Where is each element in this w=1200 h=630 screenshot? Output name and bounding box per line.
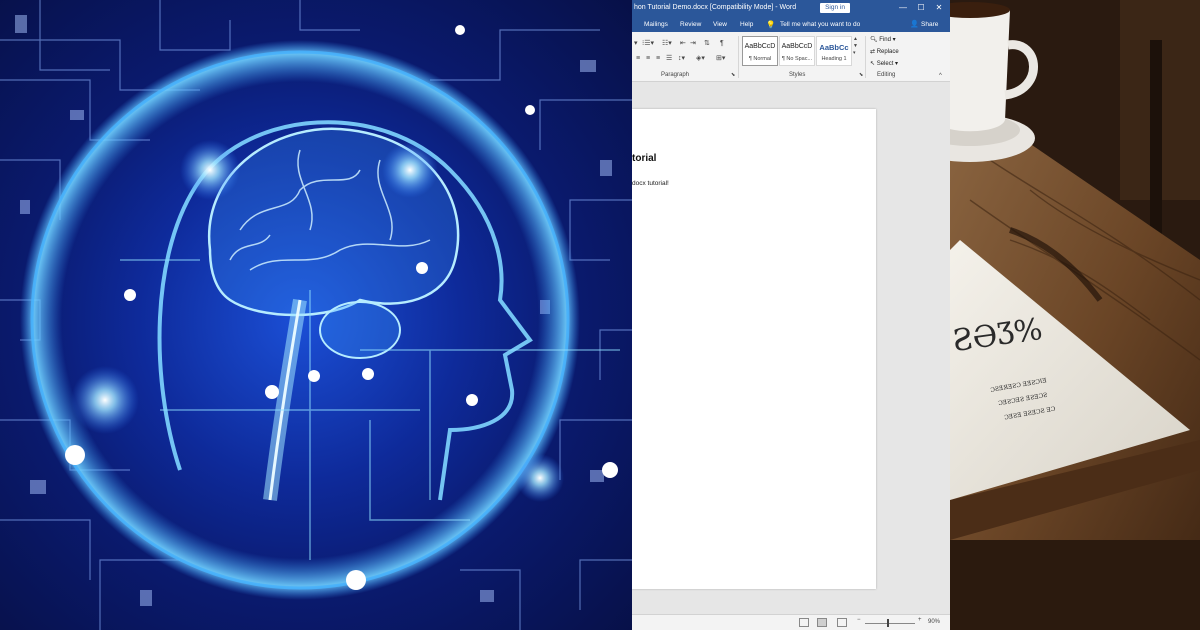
- document-page[interactable]: torial docx tutorial!: [632, 109, 876, 589]
- styles-dialog-launcher-icon[interactable]: ⬊: [859, 71, 863, 80]
- zoom-slider-thumb[interactable]: [887, 619, 889, 627]
- replace-label: Replace: [876, 49, 899, 55]
- style-sample: AaBbCcD: [744, 43, 776, 50]
- line-spacing-icon[interactable]: ↕▾: [678, 54, 685, 63]
- align-right-icon[interactable]: ≡: [656, 54, 660, 63]
- zoom-slider[interactable]: [865, 623, 915, 624]
- find-label: Find: [879, 37, 891, 43]
- borders-icon[interactable]: ⊞▾: [716, 54, 725, 63]
- coffee-table-scene: [950, 0, 1200, 630]
- tab-mailings[interactable]: Mailings: [644, 21, 668, 28]
- style-sample: AaBbCc: [819, 43, 849, 52]
- decrease-indent-icon[interactable]: ⇤: [680, 39, 686, 48]
- style-no-spacing[interactable]: AaBbCcD ¶ No Spac...: [779, 36, 815, 66]
- ribbon: ▾ ⁝☰▾ ☷▾ ⇤ ⇥ ⇅ ¶ ≡ ≡ ≡ ☰ ↕▾ ◈▾ ⊞▾ Paragr…: [632, 32, 950, 82]
- align-left-icon[interactable]: ≡: [636, 54, 640, 63]
- web-layout-icon[interactable]: [837, 618, 847, 627]
- ai-brain-image: [0, 0, 632, 630]
- close-button[interactable]: ✕: [932, 2, 946, 14]
- increase-indent-icon[interactable]: ⇥: [690, 39, 696, 48]
- tab-help[interactable]: Help: [740, 21, 753, 28]
- paragraph-group-label: Paragraph: [661, 72, 690, 78]
- style-heading-1[interactable]: AaBbCc Heading 1: [816, 36, 852, 66]
- select-arrow-icon: ↖: [870, 61, 876, 67]
- styles-scroll-icon[interactable]: ▲ ▼ ▾: [853, 36, 858, 57]
- group-divider: [865, 36, 866, 78]
- ribbon-tabs: Mailings Review View Help 💡 Tell me what…: [632, 17, 950, 32]
- pilcrow-icon[interactable]: ¶: [720, 39, 724, 48]
- style-sample: AaBbCcD: [781, 43, 813, 50]
- replace-icon: ⇄: [870, 49, 876, 55]
- zoom-level[interactable]: 90%: [928, 619, 940, 625]
- justify-icon[interactable]: ☰: [666, 54, 672, 63]
- zoom-out-icon[interactable]: −: [857, 617, 861, 623]
- document-heading: torial: [632, 153, 657, 164]
- lightbulb-icon: 💡: [766, 20, 776, 29]
- document-body-text: docx tutorial!: [632, 180, 669, 187]
- sign-in-button[interactable]: Sign in: [820, 3, 850, 13]
- style-name: Heading 1: [821, 56, 847, 62]
- styles-group-label: Styles: [789, 72, 806, 78]
- list-arrow-icon[interactable]: ▾: [634, 39, 638, 48]
- document-area: torial docx tutorial!: [632, 82, 950, 614]
- style-name: ¶ No Spac...: [781, 56, 813, 62]
- word-window: hon Tutorial Demo.docx [Compatibility Mo…: [632, 0, 950, 630]
- magnifier-icon: 🔍︎: [870, 37, 878, 43]
- print-layout-icon[interactable]: [817, 618, 827, 627]
- editing-group-label: Editing: [877, 72, 896, 78]
- tell-me-search[interactable]: Tell me what you want to do: [780, 21, 860, 28]
- coffee-table-photo: ƧƏƷ% ƆƧƎЯƎƧƆ ƎƎƧƆƖƎ ƆƎƧƆƎƧ ƎƧƎƆƧ ƆƎƧƎ ƎƧ…: [950, 0, 1200, 630]
- title-bar: hon Tutorial Demo.docx [Compatibility Mo…: [632, 0, 950, 17]
- read-mode-icon[interactable]: [799, 618, 809, 627]
- find-button[interactable]: 🔍︎ Find ▾: [870, 36, 896, 43]
- zoom-in-icon[interactable]: +: [918, 617, 922, 623]
- ai-brain-artwork: [0, 0, 632, 630]
- group-divider: [738, 36, 739, 78]
- window-title: hon Tutorial Demo.docx [Compatibility Mo…: [634, 4, 797, 11]
- select-label: Select: [876, 61, 894, 67]
- collapse-ribbon-icon[interactable]: ^: [939, 72, 942, 81]
- numbered-list-icon[interactable]: ⁝☰▾: [642, 39, 654, 48]
- person-icon: 👤: [910, 21, 919, 28]
- align-center-icon[interactable]: ≡: [646, 54, 650, 63]
- minimize-button[interactable]: —: [896, 2, 910, 14]
- multilevel-list-icon[interactable]: ☷▾: [662, 39, 672, 48]
- status-bar: − + 90%: [632, 614, 950, 630]
- share-button[interactable]: Share: [921, 21, 938, 28]
- style-normal[interactable]: AaBbCcD ¶ Normal: [742, 36, 778, 66]
- maximize-button[interactable]: ☐: [914, 2, 928, 14]
- shading-icon[interactable]: ◈▾: [696, 54, 705, 63]
- tab-review[interactable]: Review: [680, 21, 701, 28]
- tab-view[interactable]: View: [713, 21, 727, 28]
- paragraph-dialog-launcher-icon[interactable]: ⬊: [731, 71, 735, 80]
- style-name: ¶ Normal: [748, 56, 772, 62]
- sort-icon[interactable]: ⇅: [704, 39, 710, 48]
- select-button[interactable]: ↖ Select ▾: [870, 60, 898, 67]
- replace-button[interactable]: ⇄ Replace: [870, 48, 899, 55]
